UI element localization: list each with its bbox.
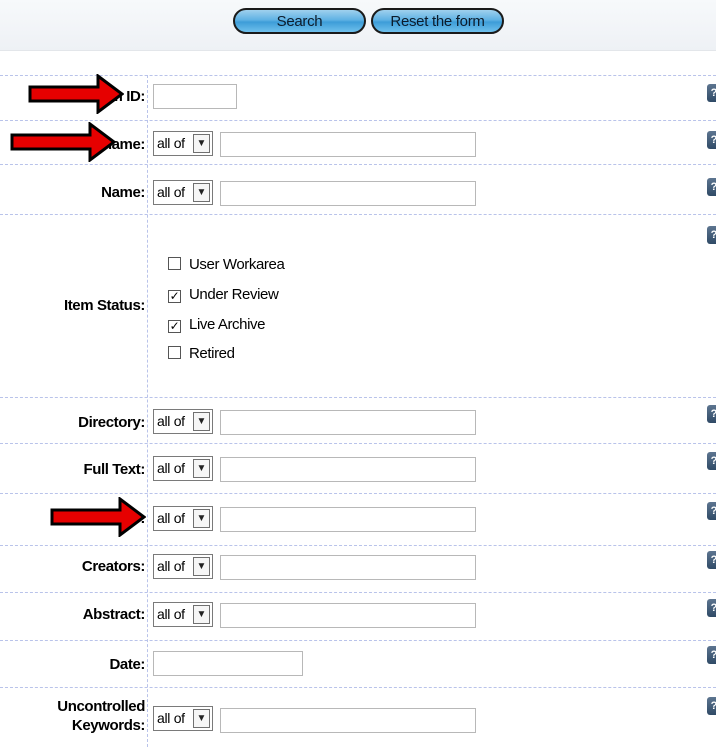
checkbox-label: Live Archive [189, 316, 266, 333]
help-icon[interactable]: ? [707, 84, 716, 102]
chevron-down-icon: ▼ [193, 709, 210, 728]
full-text-input[interactable] [220, 457, 476, 482]
help-icon[interactable]: ? [707, 452, 716, 470]
abstract-mode-select[interactable]: all of ▼ [153, 602, 213, 627]
keywords-label-line2: Keywords: [71, 717, 145, 734]
select-value: all of [157, 135, 185, 151]
select-value: all of [157, 558, 185, 574]
chevron-down-icon: ▼ [193, 412, 210, 431]
select-value: all of [157, 460, 185, 476]
creators-input[interactable] [220, 555, 476, 580]
select-value: all of [157, 510, 185, 526]
checkbox-label: Retired [189, 345, 235, 362]
keywords-label: Uncontrolled Keywords: [57, 697, 145, 735]
checkbox[interactable] [168, 257, 181, 270]
toolbar: Search Reset the form [0, 0, 716, 51]
title-mode-select[interactable]: all of ▼ [153, 506, 213, 531]
abstract-label: Abstract: [82, 606, 146, 623]
date-label: Date: [109, 656, 145, 673]
keywords-mode-select[interactable]: all of ▼ [153, 706, 213, 731]
full-text-mode-select[interactable]: all of ▼ [153, 456, 213, 481]
chevron-down-icon: ▼ [193, 605, 210, 624]
checkbox-label: User Workarea [189, 256, 285, 273]
checkbox[interactable]: ✓ [168, 290, 181, 303]
chevron-down-icon: ▼ [193, 134, 210, 153]
checkbox[interactable]: ✓ [168, 320, 181, 333]
help-icon[interactable]: ? [707, 178, 716, 196]
chevron-down-icon: ▼ [193, 459, 210, 478]
username-mode-select[interactable]: all of ▼ [153, 131, 213, 156]
red-arrow-icon [50, 497, 146, 537]
directory-mode-select[interactable]: all of ▼ [153, 409, 213, 434]
item-id-input[interactable] [153, 84, 237, 109]
creators-mode-select[interactable]: all of ▼ [153, 554, 213, 579]
chevron-down-icon: ▼ [193, 557, 210, 576]
directory-label: Directory: [78, 414, 145, 431]
username-input[interactable] [220, 132, 476, 157]
help-icon[interactable]: ? [707, 599, 716, 617]
status-option-user-workarea[interactable]: User Workarea [168, 256, 285, 273]
directory-input[interactable] [220, 410, 476, 435]
reset-form-button[interactable]: Reset the form [371, 8, 504, 34]
search-button[interactable]: Search [233, 8, 366, 34]
help-icon[interactable]: ? [707, 551, 716, 569]
name-label: Name: [101, 184, 145, 201]
select-value: all of [157, 606, 185, 622]
abstract-input[interactable] [220, 603, 476, 628]
creators-label: Creators: [81, 558, 145, 575]
red-arrow-icon [10, 122, 116, 162]
status-option-under-review[interactable]: ✓ Under Review [168, 286, 279, 303]
help-icon[interactable]: ? [707, 226, 716, 244]
help-icon[interactable]: ? [707, 646, 716, 664]
help-icon[interactable]: ? [707, 502, 716, 520]
select-value: all of [157, 710, 185, 726]
name-mode-select[interactable]: all of ▼ [153, 180, 213, 205]
checkbox-label: Under Review [189, 286, 279, 303]
red-arrow-icon [28, 74, 124, 114]
help-icon[interactable]: ? [707, 697, 716, 715]
item-status-label: Item Status: [63, 297, 145, 314]
select-value: all of [157, 184, 185, 200]
help-icon[interactable]: ? [707, 131, 716, 149]
name-input[interactable] [220, 181, 476, 206]
select-value: all of [157, 413, 185, 429]
chevron-down-icon: ▼ [193, 509, 210, 528]
keywords-label-line1: Uncontrolled [57, 698, 145, 715]
help-icon[interactable]: ? [707, 405, 716, 423]
form-row-date [0, 641, 716, 688]
checkbox[interactable] [168, 346, 181, 359]
status-option-live-archive[interactable]: ✓ Live Archive [168, 316, 265, 333]
date-input[interactable] [153, 651, 303, 676]
title-input[interactable] [220, 507, 476, 532]
keywords-input[interactable] [220, 708, 476, 733]
chevron-down-icon: ▼ [193, 183, 210, 202]
full-text-label: Full Text: [83, 461, 145, 478]
status-option-retired[interactable]: Retired [168, 345, 235, 362]
